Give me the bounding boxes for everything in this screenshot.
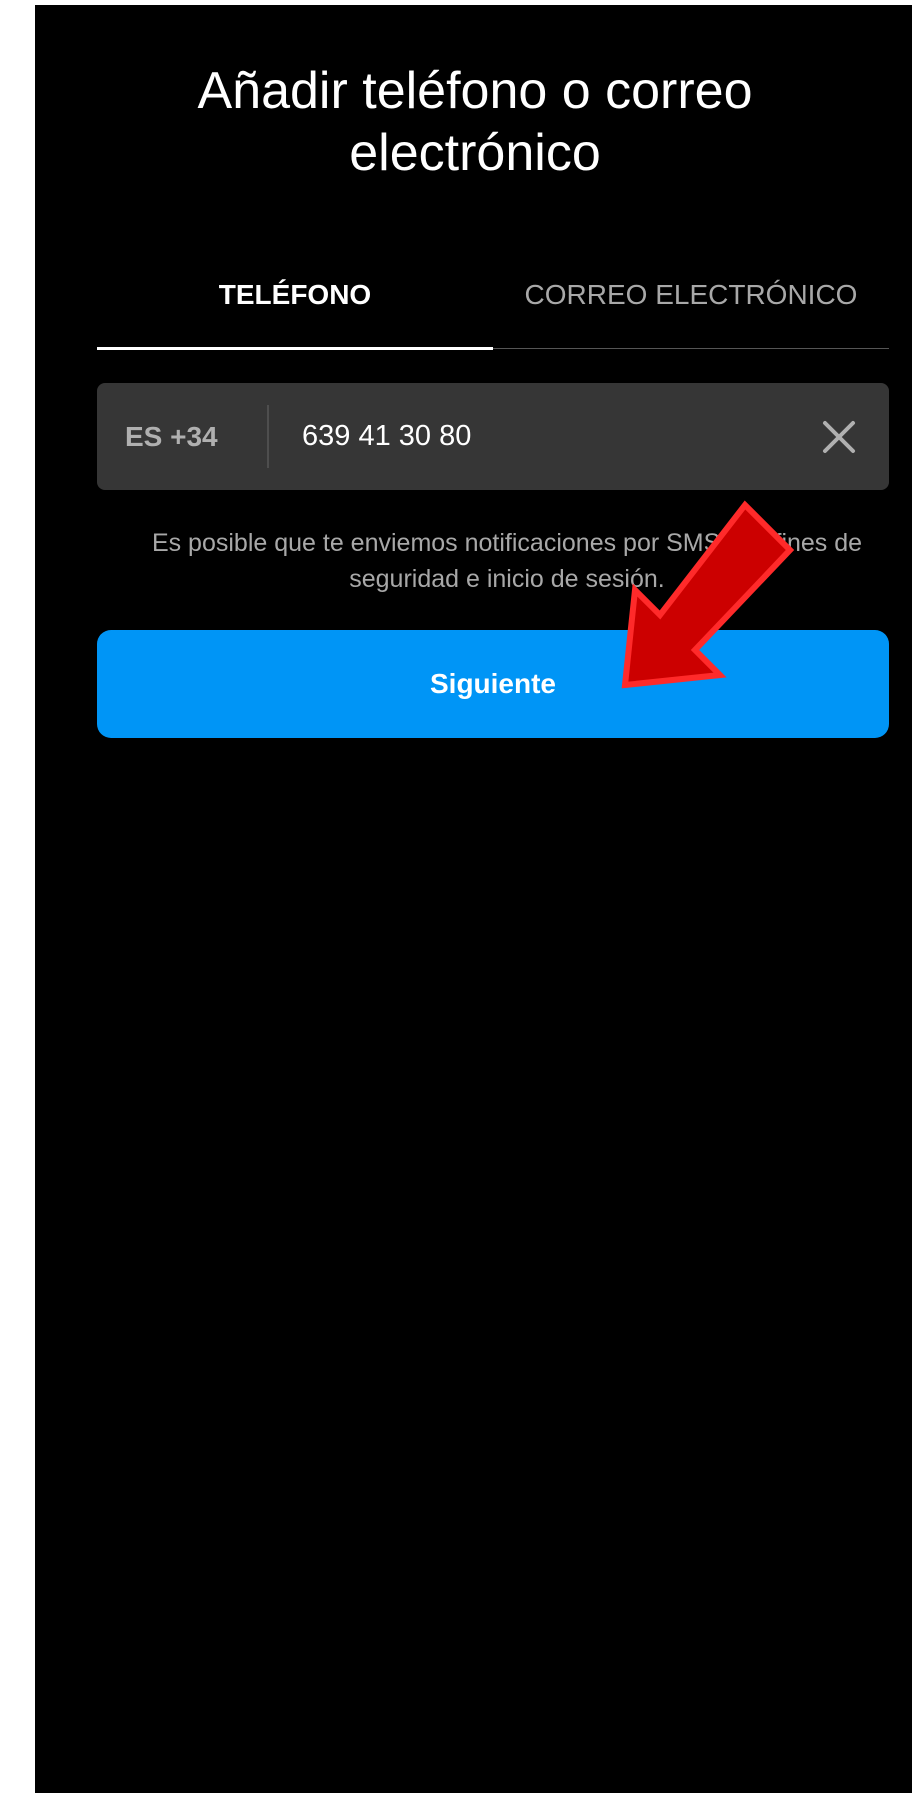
phone-field: ES +34 <box>97 383 889 490</box>
helper-text: Es posible que te enviemos notificacione… <box>151 529 863 593</box>
close-icon[interactable] <box>817 415 861 459</box>
tab-phone[interactable]: TELÉFONO <box>97 275 493 315</box>
phone-input[interactable] <box>302 383 782 490</box>
field-divider <box>267 405 269 468</box>
tab-email[interactable]: CORREO ELECTRÓNICO <box>493 275 889 315</box>
next-button[interactable]: Siguiente <box>97 630 889 738</box>
tab-active-indicator <box>97 347 493 350</box>
screen: Añadir teléfono o correo electrónico TEL… <box>35 5 912 1793</box>
page-title: Añadir teléfono o correo electrónico <box>197 62 753 182</box>
country-code-selector[interactable]: ES +34 <box>125 383 218 490</box>
